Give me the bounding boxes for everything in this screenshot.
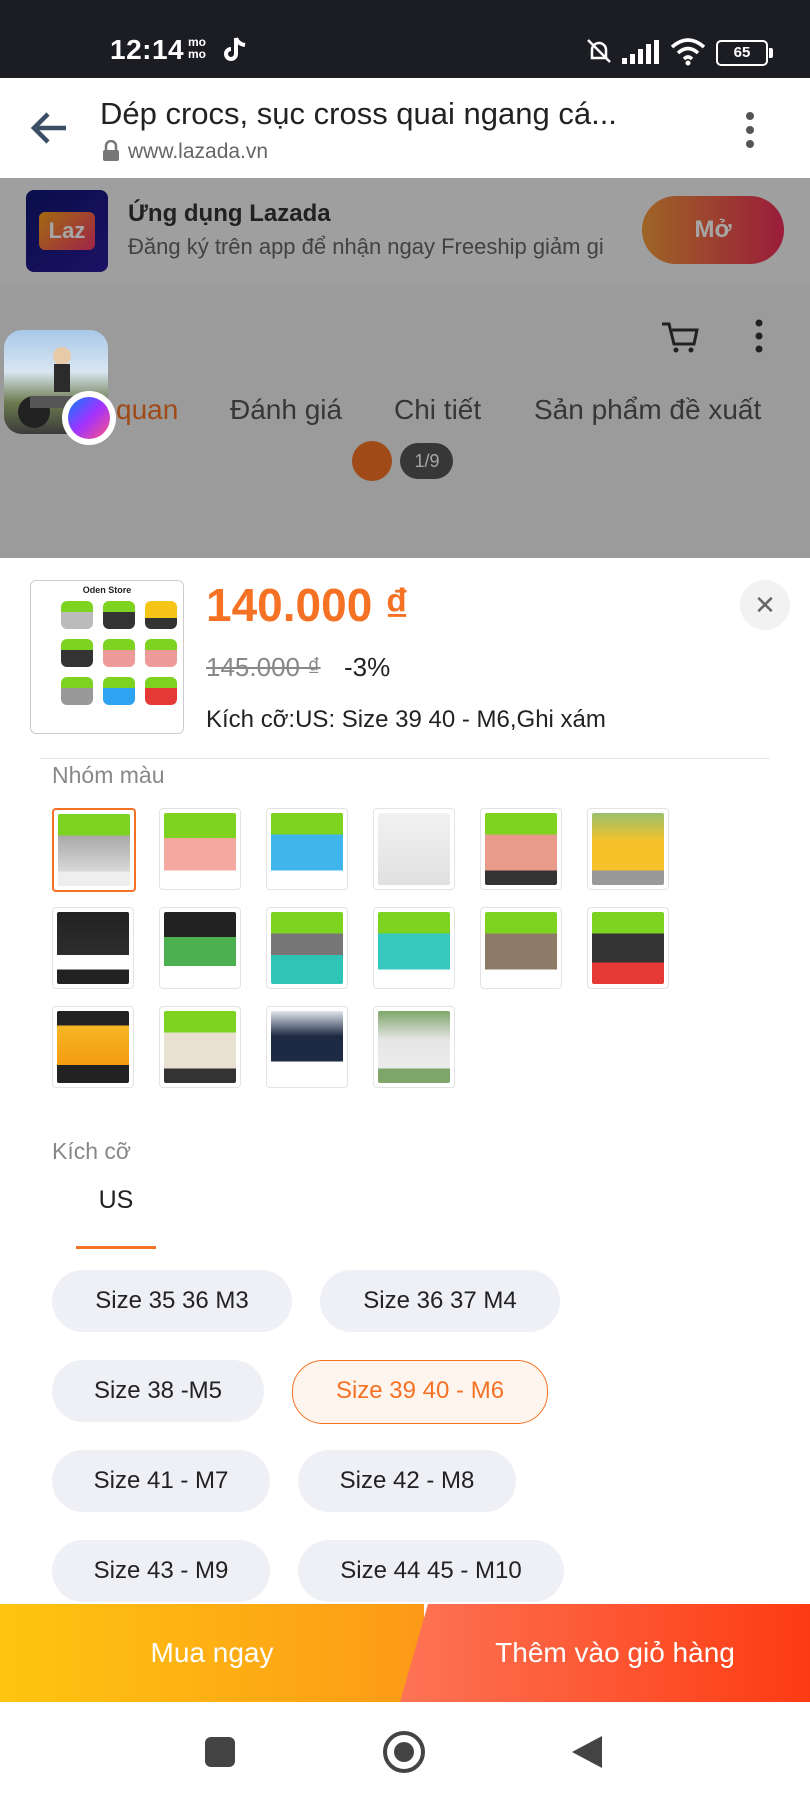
color-swatch[interactable]: [52, 808, 136, 892]
color-swatch[interactable]: [373, 1006, 455, 1088]
messenger-icon[interactable]: [62, 391, 116, 445]
thumbnail-store-label: Oden Store: [82, 585, 132, 595]
banner-title: Ứng dụng Lazada: [128, 200, 331, 227]
color-group-label: Nhóm màu: [52, 762, 165, 788]
tab-overview[interactable]: quan: [116, 394, 178, 426]
lock-icon: [103, 140, 119, 161]
size-option[interactable]: Size 35 36 M3: [52, 1270, 292, 1332]
thumbnail-cell: [103, 677, 135, 705]
back-arrow-icon[interactable]: [28, 106, 72, 150]
size-option[interactable]: Size 44 45 - M10: [298, 1540, 564, 1602]
cart-icon[interactable]: [660, 318, 700, 354]
thumbnail-cell: [145, 677, 177, 705]
color-swatch[interactable]: [159, 1006, 241, 1088]
close-icon[interactable]: ✕: [740, 580, 790, 630]
selected-variant-text: Kích cỡ:US: Size 39 40 - M6,Ghi xám: [206, 706, 606, 733]
color-swatch[interactable]: [587, 907, 669, 989]
color-swatch[interactable]: [266, 1006, 348, 1088]
thumbnail-cell: [61, 601, 93, 629]
wifi-icon: [670, 38, 706, 66]
signal-icon: [622, 40, 659, 64]
thumbnail-cell: [145, 601, 177, 629]
color-swatch[interactable]: [373, 907, 455, 989]
current-price: 140.000 ₫: [206, 579, 409, 631]
color-swatch[interactable]: [266, 808, 348, 890]
size-option[interactable]: Size 41 - M7: [52, 1450, 270, 1512]
lazada-logo: Laz: [26, 190, 108, 272]
thumbnail-cell: [103, 639, 135, 667]
system-nav-bar: [0, 1702, 810, 1800]
variant-sheet: Oden Store 140.000 ₫ 145.000 ₫ -3% Kích …: [0, 558, 810, 1604]
size-tab-underline: [76, 1246, 156, 1249]
color-swatch[interactable]: [52, 907, 134, 989]
browser-toolbar: Dép crocs, sục cross quai ngang cá... ww…: [0, 78, 810, 179]
page-title: Dép crocs, sục cross quai ngang cá...: [100, 96, 617, 131]
size-option-selected[interactable]: Size 39 40 - M6: [292, 1360, 548, 1424]
momo-icon: mo mo: [188, 35, 206, 61]
color-swatch[interactable]: [52, 1006, 134, 1088]
size-option[interactable]: Size 36 37 M4: [320, 1270, 560, 1332]
color-swatch[interactable]: [587, 808, 669, 890]
play-icon[interactable]: [352, 441, 392, 481]
size-option[interactable]: Size 43 - M9: [52, 1540, 270, 1602]
app-banner: Laz Ứng dụng Lazada Đăng ký trên app để …: [0, 178, 810, 283]
media-indicator: 1/9: [352, 441, 454, 481]
open-app-button[interactable]: Mở: [642, 196, 784, 264]
tab-reviews[interactable]: Đánh giá: [230, 394, 342, 426]
recents-icon[interactable]: [204, 1736, 236, 1768]
size-option[interactable]: Size 38 -M5: [52, 1360, 264, 1422]
add-to-cart-button[interactable]: Thêm vào giỏ hàng: [400, 1604, 810, 1702]
back-nav-icon[interactable]: [570, 1734, 604, 1770]
home-icon[interactable]: [382, 1730, 426, 1774]
color-swatch[interactable]: [480, 907, 562, 989]
color-swatch[interactable]: [159, 808, 241, 890]
tiktok-icon: [224, 37, 246, 61]
page-more-icon[interactable]: [752, 318, 766, 354]
mute-icon: [587, 39, 611, 63]
thumbnail-cell: [103, 601, 135, 629]
lazada-logo-text: Laz: [39, 212, 95, 250]
page-url[interactable]: www.lazada.vn: [128, 140, 268, 164]
size-system-tab-us[interactable]: US: [76, 1186, 156, 1215]
battery-indicator: 65: [716, 40, 773, 66]
color-swatch[interactable]: [266, 907, 348, 989]
tab-details[interactable]: Chi tiết: [394, 394, 481, 426]
size-group-label: Kích cỡ: [52, 1138, 131, 1164]
color-swatch[interactable]: [480, 808, 562, 890]
color-swatch[interactable]: [373, 808, 455, 890]
thumbnail-cell: [145, 639, 177, 667]
tab-recommended[interactable]: Sản phẩm đề xuất: [534, 394, 761, 426]
status-bar: 12:14 mo mo 65: [0, 0, 810, 78]
divider: [40, 758, 770, 759]
more-vert-icon[interactable]: [740, 108, 760, 152]
discount-badge: -3%: [344, 652, 391, 682]
color-swatch[interactable]: [159, 907, 241, 989]
product-thumbnail: Oden Store: [30, 580, 184, 734]
size-option[interactable]: Size 42 - M8: [298, 1450, 516, 1512]
status-time: 12:14: [110, 34, 185, 65]
thumbnail-cell: [61, 639, 93, 667]
thumbnail-cell: [61, 677, 93, 705]
banner-subtitle: Đăng ký trên app để nhận ngay Freeship g…: [128, 234, 604, 259]
buy-now-button[interactable]: Mua ngay: [0, 1604, 424, 1702]
media-counter: 1/9: [400, 443, 454, 479]
original-price: 145.000 ₫: [206, 652, 321, 682]
product-page-background: Laz Ứng dụng Lazada Đăng ký trên app để …: [0, 178, 810, 558]
add-to-cart-label: Thêm vào giỏ hàng: [495, 1637, 735, 1668]
